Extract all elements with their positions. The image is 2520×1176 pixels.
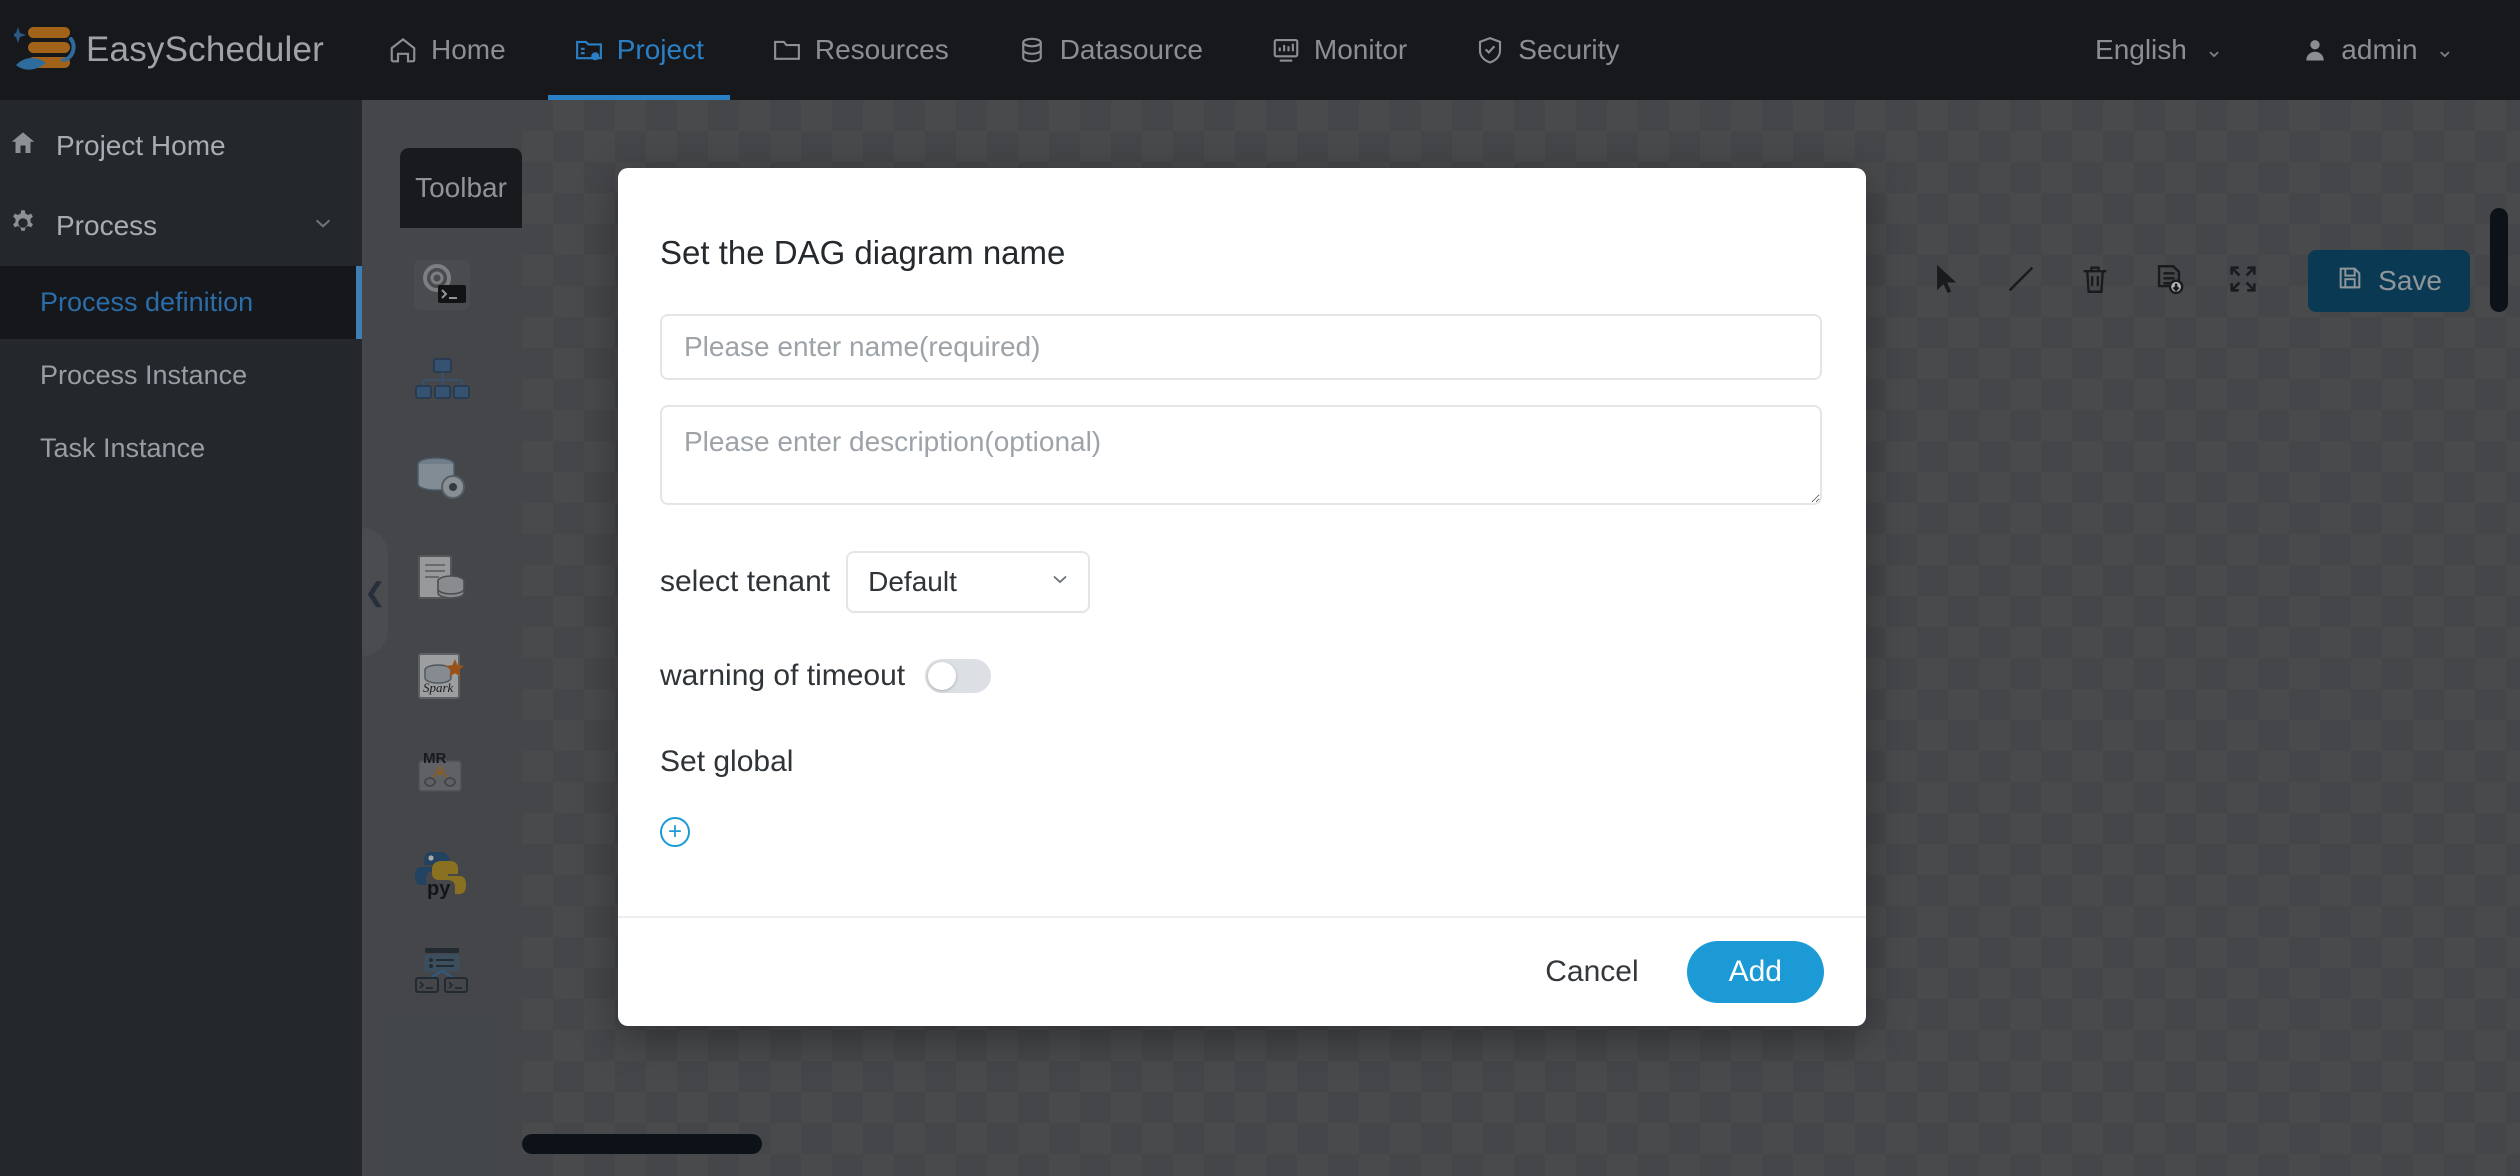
chevron-down-icon: ⌄ bbox=[2204, 37, 2224, 62]
chevron-down-icon: ⌄ bbox=[2435, 37, 2454, 62]
nav-item-monitor[interactable]: Monitor bbox=[1245, 0, 1433, 100]
top-navigation-bar: EasyScheduler Home Project Resources Dat… bbox=[0, 0, 2520, 100]
tenant-row: select tenant Default bbox=[660, 551, 1824, 613]
cancel-button[interactable]: Cancel bbox=[1531, 945, 1652, 999]
sidebar-label-process: Process bbox=[56, 210, 158, 241]
language-label: English bbox=[2095, 34, 2187, 65]
sidebar-label-process-instance: Process Instance bbox=[40, 360, 248, 390]
dialog-footer: Cancel Add bbox=[618, 916, 1866, 1026]
tenant-select-value: Default bbox=[846, 551, 1091, 613]
timeout-row: warning of timeout bbox=[660, 659, 1824, 693]
brand[interactable]: EasyScheduler bbox=[10, 21, 362, 79]
sidebar-item-process[interactable]: Process bbox=[0, 186, 362, 266]
tenant-select[interactable]: Default bbox=[846, 551, 1091, 613]
monitor-icon bbox=[1271, 35, 1301, 65]
sidebar-item-project-home[interactable]: Project Home bbox=[0, 106, 362, 186]
project-icon bbox=[574, 35, 604, 65]
sidebar-item-process-definition[interactable]: Process definition bbox=[0, 266, 362, 339]
home-icon bbox=[388, 35, 418, 65]
sidebar-label-project-home: Project Home bbox=[56, 130, 226, 161]
nav-item-project[interactable]: Project bbox=[547, 0, 731, 100]
chevron-down-icon bbox=[310, 210, 336, 243]
folder-icon bbox=[772, 35, 802, 65]
sidebar-item-process-instance[interactable]: Process Instance bbox=[0, 339, 362, 412]
user-name: admin bbox=[2341, 34, 2418, 65]
sidebar-label-process-definition: Process definition bbox=[40, 287, 254, 317]
dialog-title: Set the DAG diagram name bbox=[660, 234, 1066, 271]
nav-item-home[interactable]: Home bbox=[362, 0, 532, 100]
main-nav: Home Project Resources Datasource Monito… bbox=[362, 0, 1645, 100]
language-selector[interactable]: English ⌄ bbox=[2069, 0, 2249, 100]
nav-item-resources[interactable]: Resources bbox=[746, 0, 975, 100]
home-icon bbox=[8, 128, 38, 165]
dag-name-input[interactable] bbox=[660, 314, 1822, 380]
nav-item-security[interactable]: Security bbox=[1449, 0, 1645, 100]
nav-label-project: Project bbox=[616, 34, 704, 65]
gear-icon bbox=[8, 208, 38, 245]
nav-label-datasource: Datasource bbox=[1059, 34, 1203, 65]
easyscheduler-logo-icon bbox=[10, 21, 82, 79]
nav-right-section: English ⌄ admin ⌄ bbox=[2069, 0, 2520, 100]
nav-item-datasource[interactable]: Datasource bbox=[991, 0, 1229, 100]
sidebar-label-task-instance: Task Instance bbox=[40, 433, 206, 463]
global-params-label: Set global bbox=[660, 745, 794, 778]
database-icon bbox=[1017, 35, 1047, 65]
nav-label-monitor: Monitor bbox=[1313, 34, 1408, 65]
nav-label-resources: Resources bbox=[814, 34, 949, 65]
timeout-warning-toggle[interactable] bbox=[925, 659, 992, 693]
user-avatar-icon bbox=[2301, 36, 2329, 64]
left-sidebar: Project Home Process Process definition … bbox=[0, 100, 362, 1176]
add-button[interactable]: Add bbox=[1686, 941, 1824, 1003]
dag-name-dialog: Set the DAG diagram name select tenant D… bbox=[618, 168, 1866, 1026]
nav-label-home: Home bbox=[431, 34, 506, 65]
shield-check-icon bbox=[1475, 35, 1505, 65]
user-menu[interactable]: admin ⌄ bbox=[2275, 0, 2480, 100]
nav-label-security: Security bbox=[1518, 34, 1620, 65]
dag-description-input[interactable] bbox=[660, 405, 1822, 505]
brand-name: EasyScheduler bbox=[86, 30, 325, 69]
dialog-body: Set the DAG diagram name select tenant D… bbox=[618, 168, 1866, 916]
timeout-label: warning of timeout bbox=[660, 659, 906, 692]
plus-circle-icon[interactable]: + bbox=[660, 817, 690, 847]
sidebar-item-task-instance[interactable]: Task Instance bbox=[0, 412, 362, 485]
tenant-label: select tenant bbox=[660, 565, 831, 598]
